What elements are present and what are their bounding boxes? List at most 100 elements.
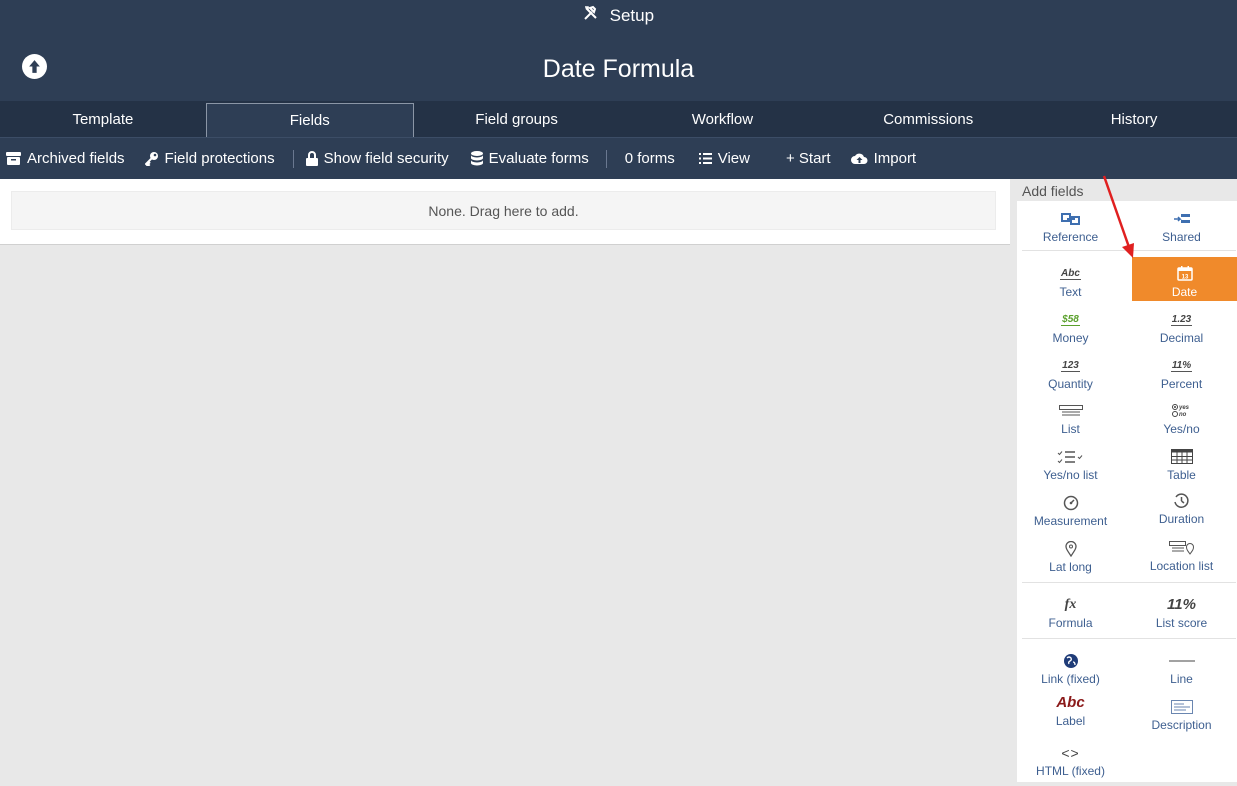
archived-fields-button[interactable]: Archived fields [6,150,125,167]
yes-no-icon: yes no [1171,402,1193,419]
add-field-yes-no-list[interactable]: Yes/no list [1018,440,1123,484]
evaluate-forms-button[interactable]: Evaluate forms [470,150,589,167]
field-protections-button[interactable]: Field protections [144,150,275,167]
evaluate-forms-label: Evaluate forms [488,150,589,167]
shared-icon [1173,210,1191,227]
field-label: Shared [1162,230,1201,244]
field-label: Measurement [1033,514,1108,528]
add-field-duration[interactable]: Duration [1129,484,1234,528]
add-field-label[interactable]: Abc Label [1018,686,1123,730]
add-field-list[interactable]: List [1018,394,1123,438]
table-icon [1170,448,1193,465]
add-field-location-list[interactable]: Location list [1129,531,1234,575]
show-field-security-label: Show field security [323,150,449,167]
money-icon: $58 [1061,311,1080,328]
field-label: Money [1052,331,1089,345]
tab-commissions[interactable]: Commissions [825,101,1031,137]
field-label: Line [1170,672,1193,686]
add-field-formula[interactable]: fx Formula [1018,588,1123,632]
add-field-yes-no[interactable]: yes no Yes/no [1129,394,1234,438]
field-label: List score [1155,616,1208,630]
yes-glyph: yes [1178,405,1190,411]
archive-box-icon [6,152,21,165]
toolbar-divider [605,149,607,168]
database-icon [470,151,483,166]
add-field-description[interactable]: Description [1129,690,1234,734]
calendar-icon: 13 [1176,265,1193,282]
add-field-text[interactable]: Abc Text [1018,257,1123,301]
add-field-measurement[interactable]: Measurement [1018,486,1123,530]
field-label: Reference [1042,230,1099,244]
fields-panel: None. Drag here to add. [0,179,1010,245]
add-field-table[interactable]: Table [1129,440,1234,484]
add-field-link-fixed[interactable]: Link (fixed) [1018,644,1123,688]
list-score-icon-glyph: 11% [1167,596,1196,613]
start-button[interactable]: + Start [786,150,831,167]
add-field-money[interactable]: $58 Money [1018,303,1123,347]
add-field-shared[interactable]: Shared [1129,202,1234,246]
gauge-icon [1063,494,1079,511]
add-field-percent[interactable]: 11% Percent [1129,349,1234,393]
quantity-icon-glyph: 123 [1061,359,1080,372]
field-label: Decimal [1159,331,1204,345]
app-header: Setup Date Formula [0,0,1237,101]
add-field-decimal[interactable]: 1.23 Decimal [1129,303,1234,347]
calendar-day-glyph: 13 [1181,275,1188,281]
location-pin-icon [1064,540,1077,557]
tab-field-groups[interactable]: Field groups [414,101,620,137]
tab-history[interactable]: History [1031,101,1237,137]
field-label: Link (fixed) [1041,672,1100,686]
archived-fields-label: Archived fields [27,150,125,167]
field-label: Text [1059,285,1082,299]
start-label: + Start [785,150,831,167]
field-protections-label: Field protections [164,150,275,167]
fields-toolbar: Archived fields Field protections Show f… [0,137,1237,179]
add-fields-panel: Reference Shared Abc Text 13 Date $58 Mo… [1017,201,1237,782]
no-glyph: no [1179,412,1187,418]
add-fields-title: Add fields [1022,183,1084,199]
money-icon-glyph: $58 [1061,313,1080,326]
field-label: Location list [1149,559,1214,573]
field-label: Quantity [1048,377,1093,391]
label-icon-glyph: Abc [1056,694,1085,711]
field-label: Table [1167,468,1196,482]
setup-link[interactable]: Setup [0,5,1237,26]
add-field-line[interactable]: Line [1129,644,1234,688]
percent-icon: 11% [1170,357,1193,374]
yes-no-list-icon [1057,448,1085,465]
duration-icon [1173,492,1190,509]
setup-label: Setup [609,6,655,25]
field-label: Formula [1048,616,1093,630]
reference-icon [1060,210,1081,227]
formula-icon-glyph: fx [1064,596,1077,612]
annotation-arrow [1102,175,1134,258]
html-code-icon: <> [1061,744,1079,761]
field-label: Description [1151,718,1212,732]
show-field-security-button[interactable]: Show field security [305,150,449,167]
add-field-quantity[interactable]: 123 Quantity [1018,349,1123,393]
forms-count[interactable]: 0 forms [625,150,675,167]
field-label: Duration [1158,512,1205,526]
view-button[interactable]: View [698,150,750,167]
list-score-icon: 11% [1167,596,1196,613]
add-field-list-score[interactable]: 11% List score [1129,588,1234,632]
add-field-date[interactable]: 13 Date [1132,257,1237,301]
tab-bar: Template Fields Field groups Workflow Co… [0,101,1237,137]
key-icon [144,152,158,166]
field-label: Percent [1160,377,1203,391]
label-icon: Abc [1056,694,1084,711]
forms-count-label: 0 forms [624,150,675,167]
add-field-html-fixed[interactable]: <> HTML (fixed) [1018,736,1123,780]
formula-icon: fx [1065,596,1077,613]
add-field-lat-long[interactable]: Lat long [1018,532,1123,576]
field-label: Date [1171,285,1198,299]
field-label: Lat long [1049,560,1092,574]
page-title: Date Formula [542,55,695,83]
tab-fields[interactable]: Fields [205,103,414,137]
tab-workflow[interactable]: Workflow [619,101,825,137]
import-button[interactable]: Import [850,150,916,167]
field-label: List [1061,422,1080,436]
tab-template[interactable]: Template [0,101,206,137]
globe-link-icon [1063,652,1079,669]
field-drop-zone[interactable]: None. Drag here to add. [11,191,996,230]
